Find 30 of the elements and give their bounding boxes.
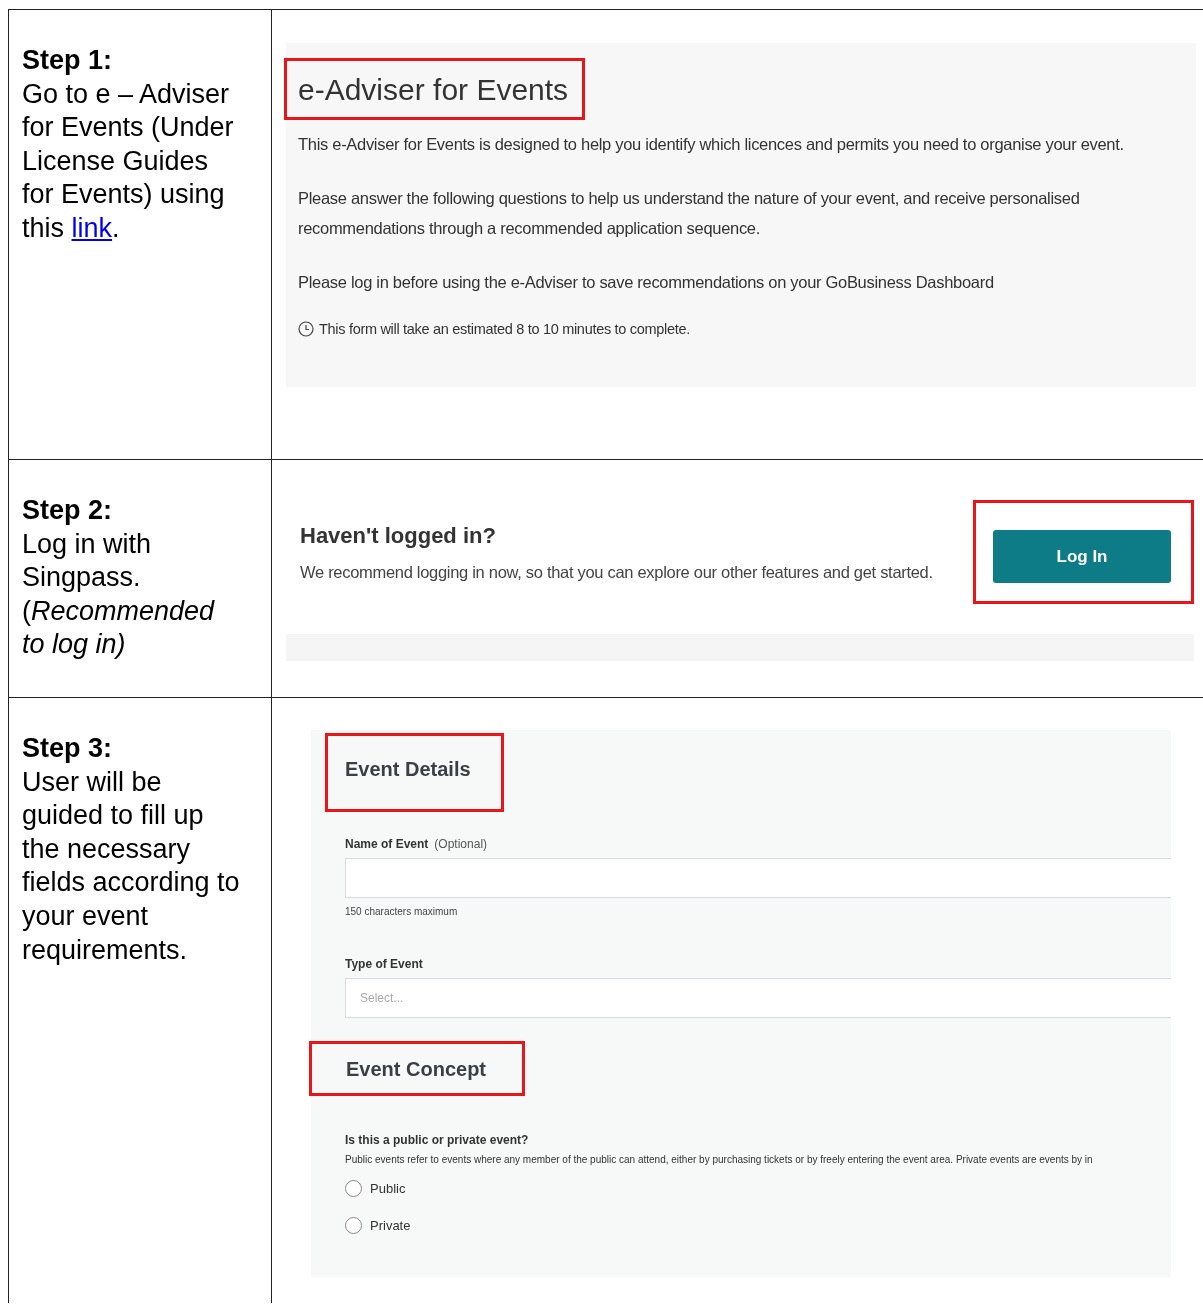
clock-icon bbox=[298, 321, 314, 337]
login-message: We recommend logging in now, so that you can explore our other features and get started. bbox=[300, 562, 933, 582]
question-help: Public events refer to events where any member of the public can attend, either by purchasing tickets or by freely entering the event area. Private events are events by in bbox=[345, 1153, 1094, 1166]
step-label: Step 3: bbox=[22, 732, 114, 765]
radio-button[interactable] bbox=[345, 1180, 362, 1197]
field-label: Type of Event bbox=[345, 957, 423, 971]
select-field[interactable]: Select... bbox=[345, 978, 1171, 1018]
input-field[interactable] bbox=[345, 858, 1171, 898]
optional-tag: (Optional) bbox=[434, 837, 488, 851]
intro-paragraph: Please log in before using the e-Adviser to save recommendations on your GoBusiness Dashboard bbox=[298, 272, 995, 293]
section-heading: Event Details bbox=[328, 736, 501, 809]
section-heading: Event Concept bbox=[312, 1044, 523, 1093]
step-instruction: Log in with Singpass. (Recommended to log in) bbox=[22, 527, 216, 662]
radio-button[interactable] bbox=[345, 1217, 362, 1234]
login-button[interactable]: Log In bbox=[993, 530, 1171, 583]
field-label: Name of Event bbox=[345, 837, 429, 851]
radio-label: Private bbox=[370, 1218, 411, 1233]
intro-paragraph: Please answer the following questions to help us understand the nature of your event, and receive personalised recommendations through a recommended application sequence. bbox=[298, 188, 1081, 239]
login-heading: Haven't logged in? bbox=[300, 522, 497, 549]
field-hint: 150 characters maximum bbox=[345, 906, 459, 917]
page-title: e-Adviser for Events bbox=[287, 61, 583, 117]
question-label: Is this a public or private event? bbox=[345, 1133, 530, 1147]
step-instruction: User will be guided to fill up the necessary fields according to your event requirements. bbox=[22, 765, 241, 967]
radio-label: Public bbox=[370, 1181, 406, 1196]
step-label: Step 1: bbox=[22, 44, 114, 77]
step-instruction: Go to e – Adviser for Events (Under License Guides for Events) using this link. bbox=[22, 77, 235, 245]
step-label: Step 2: bbox=[22, 494, 114, 527]
duration-note: This form will take an estimated 8 to 10 minutes to complete. bbox=[319, 321, 690, 337]
link[interactable]: link bbox=[71, 212, 113, 243]
intro-paragraph: This e-Adviser for Events is designed to help you identify which licences and permits you need to organise your event. bbox=[298, 134, 1125, 155]
